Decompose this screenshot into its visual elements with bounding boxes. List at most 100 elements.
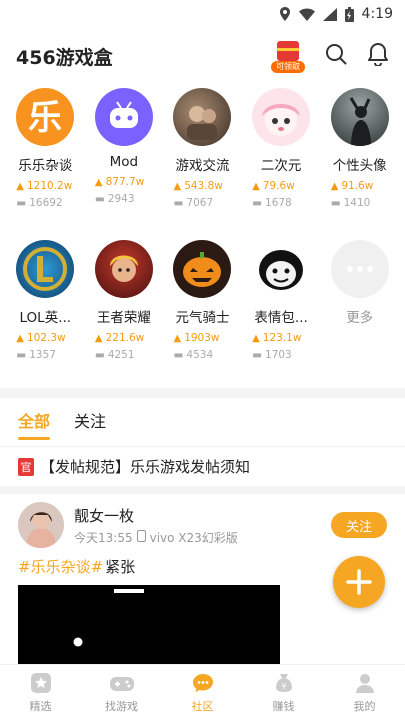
hot-count: ▲ 543.8w bbox=[173, 180, 223, 192]
category-item[interactable]: 元气骑士 ▲ 1903w ▬ 4534 bbox=[163, 238, 242, 384]
hot-count: ▲ 877.7w bbox=[94, 176, 145, 188]
category-item[interactable]: Mod ▲ 877.7w ▬ 2943 bbox=[85, 86, 164, 232]
section-divider bbox=[0, 388, 405, 398]
post-count: ▬ 1703 bbox=[252, 349, 292, 361]
nav-item-earn[interactable]: ¥ 赚钱 bbox=[243, 665, 324, 720]
category-item[interactable]: 乐 乐乐杂谈 ▲ 1210.2w ▬ 16692 bbox=[6, 86, 85, 232]
post-count: ▬ 4251 bbox=[94, 349, 135, 361]
post-count: ▬ 7067 bbox=[173, 197, 214, 209]
status-bar: 4:19 bbox=[0, 0, 405, 28]
flame-icon: ▲ bbox=[252, 332, 260, 344]
post-author[interactable]: 靓女一枚 bbox=[74, 505, 331, 526]
category-item[interactable]: LOL英... ▲ 102.3w ▬ 1357 bbox=[6, 238, 85, 384]
lol-logo-icon bbox=[16, 240, 75, 298]
hot-count: ▲ 91.6w bbox=[330, 180, 374, 192]
comment-icon: ▬ bbox=[173, 349, 184, 361]
category-name: 表情包... bbox=[254, 310, 308, 326]
search-icon[interactable] bbox=[325, 43, 347, 69]
notice-text: 【发帖规范】乐乐游戏发帖须知 bbox=[40, 458, 251, 476]
meme-avatar bbox=[252, 240, 311, 298]
anime-avatar bbox=[252, 88, 311, 146]
flame-icon: ▲ bbox=[94, 176, 103, 188]
person-icon bbox=[355, 674, 374, 693]
comment-icon: ▬ bbox=[330, 197, 341, 209]
clock-text: 4:19 bbox=[361, 6, 393, 22]
post-tag[interactable]: #乐乐杂谈# bbox=[18, 556, 103, 577]
category-item[interactable]: 王者荣耀 ▲ 221.6w ▬ 4251 bbox=[85, 238, 164, 384]
hot-count: ▲ 102.3w bbox=[16, 332, 66, 344]
more-icon bbox=[330, 240, 389, 298]
flame-icon: ▲ bbox=[16, 180, 24, 192]
create-post-button[interactable] bbox=[333, 556, 385, 608]
comment-icon: ▬ bbox=[173, 197, 184, 209]
photo-avatar bbox=[173, 88, 232, 146]
hot-count: ▲ 1903w bbox=[173, 332, 220, 344]
category-name: 元气骑士 bbox=[175, 310, 230, 326]
money-bag-icon: ¥ bbox=[275, 674, 292, 692]
nav-item-mine[interactable]: 我的 bbox=[324, 665, 405, 720]
category-item[interactable]: 游戏交流 ▲ 543.8w ▬ 7067 bbox=[163, 86, 242, 232]
star-icon bbox=[30, 673, 51, 693]
comment-icon: ▬ bbox=[252, 197, 263, 209]
post-count: ▬ 1678 bbox=[252, 197, 292, 209]
flame-icon: ▲ bbox=[330, 180, 339, 192]
category-item[interactable]: 个性头像 ▲ 91.6w ▬ 1410 bbox=[320, 86, 399, 232]
post-image[interactable] bbox=[18, 585, 280, 671]
comment-icon: ▬ bbox=[16, 349, 27, 361]
post-header: 靓女一枚 今天13:55 vivo X23幻彩版 关注 bbox=[0, 494, 405, 548]
post-count: ▬ 2943 bbox=[94, 193, 135, 205]
post-count: ▬ 4534 bbox=[173, 349, 214, 361]
avatar[interactable] bbox=[18, 502, 64, 548]
bottom-nav: 精选 找游戏 社区 ¥ 赚钱 我的 bbox=[0, 664, 405, 720]
category-name: 二次元 bbox=[260, 158, 302, 174]
gamepad-icon bbox=[109, 677, 134, 691]
location-icon bbox=[279, 7, 291, 21]
tab-all[interactable]: 全部 bbox=[18, 408, 51, 440]
comment-icon: ▬ bbox=[94, 193, 105, 205]
flame-icon: ▲ bbox=[94, 332, 103, 344]
svg-text:¥: ¥ bbox=[281, 682, 286, 691]
category-item-more[interactable]: 更多 bbox=[320, 238, 399, 384]
category-name: LOL英... bbox=[19, 310, 72, 326]
category-name: 更多 bbox=[346, 310, 374, 326]
feed-tabs: 全部 关注 bbox=[0, 398, 405, 446]
bell-icon[interactable] bbox=[367, 42, 389, 70]
gift-button[interactable]: 可领取 bbox=[271, 39, 305, 73]
follow-button[interactable]: 关注 bbox=[331, 512, 387, 538]
phone-icon bbox=[136, 529, 146, 545]
post-count: ▬ 1357 bbox=[16, 349, 56, 361]
tab-following[interactable]: 关注 bbox=[74, 408, 106, 440]
hot-count: ▲ 1210.2w bbox=[16, 180, 73, 192]
app-title: 456游戏盒 bbox=[16, 46, 113, 69]
flame-icon: ▲ bbox=[173, 180, 182, 192]
category-name: 游戏交流 bbox=[175, 158, 230, 174]
post-text: 紧张 bbox=[105, 558, 136, 576]
nav-item-community[interactable]: 社区 bbox=[162, 665, 243, 720]
hero-avatar bbox=[94, 240, 153, 298]
nav-item-featured[interactable]: 精选 bbox=[0, 665, 81, 720]
gamepad-icon bbox=[94, 88, 153, 146]
post-count: ▬ 1410 bbox=[330, 197, 371, 209]
category-name: 个性头像 bbox=[332, 158, 387, 174]
flame-icon: ▲ bbox=[16, 332, 24, 344]
category-name: Mod bbox=[109, 154, 139, 170]
comment-icon: ▬ bbox=[16, 197, 27, 209]
wifi-icon bbox=[298, 8, 315, 21]
nav-item-find-games[interactable]: 找游戏 bbox=[81, 665, 162, 720]
flame-icon: ▲ bbox=[252, 180, 260, 192]
category-item[interactable]: 二次元 ▲ 79.6w ▬ 1678 bbox=[242, 86, 321, 232]
gift-icon bbox=[277, 41, 299, 61]
svg-text:乐: 乐 bbox=[28, 98, 62, 138]
pinned-notice[interactable]: 官 【发帖规范】乐乐游戏发帖须知 bbox=[0, 446, 405, 486]
plus-icon bbox=[346, 569, 372, 595]
battery-icon bbox=[344, 6, 354, 22]
post-time: 今天13:55 bbox=[74, 530, 133, 545]
section-divider bbox=[0, 486, 405, 494]
hot-count: ▲ 123.1w bbox=[252, 332, 302, 344]
category-item[interactable]: 表情包... ▲ 123.1w ▬ 1703 bbox=[242, 238, 321, 384]
flame-icon: ▲ bbox=[173, 332, 182, 344]
category-name: 王者荣耀 bbox=[96, 310, 151, 326]
official-badge: 官 bbox=[18, 457, 34, 476]
silhouette-avatar bbox=[330, 88, 389, 146]
le-logo-icon: 乐 bbox=[16, 88, 75, 146]
